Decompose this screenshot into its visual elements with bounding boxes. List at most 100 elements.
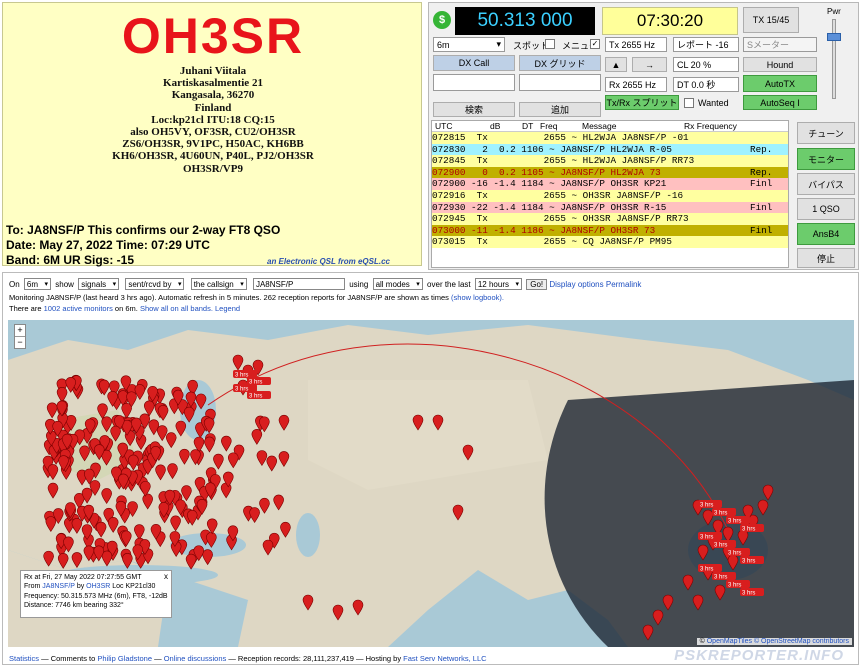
- decode-row[interactable]: 072916 Tx 2655 ~ OH3SR JA8NSF/P -16: [432, 189, 788, 202]
- stop-button[interactable]: 停止: [797, 248, 855, 268]
- tx-counter-button[interactable]: TX 15/45: [743, 7, 799, 33]
- decode-row-text: 072930 -22 -1.4 1184 ~ JA8NSF/P OH3SR R-…: [432, 201, 667, 213]
- one-qso-button[interactable]: 1 QSO: [797, 198, 855, 220]
- decode-row-tail: Rep.: [750, 166, 773, 178]
- zoom-out-button[interactable]: −: [15, 337, 25, 348]
- autoseq-button[interactable]: AutoSeq I: [743, 95, 817, 110]
- band-dropdown[interactable]: 6m: [23, 278, 52, 290]
- pskreporter-panel: On 6m show signals sent/rcvd by the call…: [2, 272, 859, 665]
- col-message: Message: [582, 121, 617, 131]
- search-button[interactable]: 検索: [433, 102, 515, 117]
- dial-frequency: 50.313 000: [455, 7, 595, 35]
- pskreporter-logo: PSKREPORTER.INFO: [674, 647, 844, 664]
- power-slider-handle[interactable]: [827, 33, 841, 41]
- from-callsign-link[interactable]: JA8NSF/P: [42, 583, 75, 590]
- report-field[interactable]: レポート -16: [673, 37, 739, 52]
- dollar-icon[interactable]: $: [433, 11, 451, 29]
- dx-grid-input[interactable]: [519, 74, 601, 91]
- qsl-address: Juhani Viitala Kartiskasalmentie 21 Kang…: [3, 65, 423, 175]
- decode-row[interactable]: 073000 -11 -1.4 1186 ~ JA8NSF/P OH3SR 73…: [432, 224, 788, 237]
- time-marker-label: 3 hrs: [728, 551, 741, 557]
- power-slider-track[interactable]: [832, 19, 836, 99]
- mode-dropdown[interactable]: all modes: [372, 278, 423, 290]
- map-attribution: © OpenMapTiles © OpenStreetMap contribut…: [696, 638, 852, 645]
- decode-row[interactable]: 072830 2 0.2 1106 ~ JA8NSF/P HL2WJA R-05…: [432, 143, 788, 156]
- direction-dropdown[interactable]: sent/rcvd by: [125, 278, 185, 290]
- band-select[interactable]: 6m ▾: [433, 37, 505, 52]
- decode-row-text: 072845 Tx 2655 ~ HL2WJA JA8NSF/P RR73: [432, 155, 695, 167]
- time-marker-label: 3 hrs: [700, 503, 713, 509]
- monitoring-info: Monitoring JA8NSF/P (last heard 3 hrs ag…: [9, 293, 504, 302]
- permalink-link[interactable]: Permalink: [606, 280, 642, 289]
- show-all-link[interactable]: Show all on all bands.: [140, 304, 213, 313]
- close-icon[interactable]: x: [164, 572, 168, 581]
- decode-row[interactable]: 072815 Tx 2655 ~ HL2WJA JA8NSF/P -01: [432, 132, 788, 144]
- period-dropdown[interactable]: 12 hours: [474, 278, 522, 290]
- decode-row-text: 072945 Tx 2655 ~ OH3SR JA8NSF/P RR73: [432, 213, 689, 225]
- qsl-address-line: Kangasala, 36270: [171, 89, 255, 102]
- zoom-control: + −: [14, 324, 26, 349]
- band-value: 6m: [437, 39, 450, 50]
- hosting-link[interactable]: Fast Serv Networks, LLC: [403, 654, 486, 663]
- time-marker-label: 3 hrs: [728, 519, 741, 525]
- legend-link[interactable]: Legend: [215, 304, 240, 313]
- cl-field[interactable]: CL 20 %: [673, 57, 739, 72]
- go-button[interactable]: Go!: [526, 279, 548, 290]
- time-marker-label: 3 hrs: [714, 543, 727, 549]
- rx-freq-field[interactable]: Rx 2655 Hz: [605, 77, 667, 92]
- author-link[interactable]: Philip Gladstone: [97, 654, 152, 663]
- qsl-address-line: also OH5VY, OF3SR, CU2/OH3SR: [130, 126, 296, 139]
- arrow-up-icon[interactable]: ▲: [605, 57, 627, 72]
- display-options-link[interactable]: Display options: [549, 280, 603, 289]
- tx-freq-field[interactable]: Tx 2655 Hz: [605, 37, 667, 52]
- dx-grid-label: DX グリッド: [519, 55, 601, 71]
- time-marker-label: 3 hrs: [235, 373, 248, 379]
- monitors-text-a: There are: [9, 304, 42, 313]
- bypass-button[interactable]: バイパス: [797, 173, 855, 195]
- decode-row[interactable]: 072900 0 0.2 1105 ~ JA8NSF/P HL2WJA 73 Re…: [432, 166, 788, 179]
- from-label: From: [24, 583, 41, 591]
- dt-field[interactable]: DT 0.0 秒: [673, 77, 739, 92]
- show-label: show: [55, 280, 74, 289]
- decode-row[interactable]: 072900 -16 -1.4 1184 ~ JA8NSF/P OH3SR KP…: [432, 178, 788, 190]
- monitor-button[interactable]: モニター: [797, 148, 855, 170]
- decode-row-tail: Finl: [750, 201, 773, 213]
- chevron-down-icon: ▾: [496, 39, 501, 49]
- time-marker-label: 3 hrs: [742, 559, 755, 565]
- ansb4-button[interactable]: AnsB4: [797, 223, 855, 245]
- decode-row[interactable]: 072930 -22 -1.4 1184 ~ JA8NSF/P OH3SR R-…: [432, 201, 788, 214]
- statistics-link[interactable]: Statistics: [9, 654, 39, 663]
- active-monitors-link[interactable]: 1002 active monitors: [44, 304, 113, 313]
- match-dropdown[interactable]: the callsign: [190, 278, 247, 290]
- wanted-checkbox[interactable]: [684, 98, 694, 108]
- decode-list[interactable]: UTC dB DT Freq Message Rx Frequency 0728…: [431, 120, 789, 268]
- tx-rx-split-button[interactable]: Tx/Rx スプリット: [605, 95, 679, 110]
- show-logbook-link[interactable]: (show logbook).: [451, 293, 504, 302]
- tune-button[interactable]: チューン: [797, 122, 855, 144]
- what-dropdown[interactable]: signals: [78, 278, 120, 290]
- autotx-button[interactable]: AutoTX: [743, 75, 817, 92]
- qsl-card: OH3SR Juhani Viitala Kartiskasalmentie 2…: [2, 2, 423, 267]
- qsl-address-line: Kartiskasalmentie 21: [163, 77, 263, 90]
- time-marker-label: 3 hrs: [700, 535, 713, 541]
- add-button[interactable]: 追加: [519, 102, 601, 117]
- hound-button[interactable]: Hound: [743, 57, 817, 72]
- spot-checkbox[interactable]: [545, 39, 555, 49]
- using-label: using: [349, 280, 369, 289]
- decode-row[interactable]: 073015 Tx 2655 ~ CQ JA8NSF/P PM95: [432, 236, 788, 248]
- online-discussions-link[interactable]: Online discussions: [164, 654, 227, 663]
- callsign-input[interactable]: JA8NSF/P: [252, 278, 345, 290]
- decode-row[interactable]: 072845 Tx 2655 ~ HL2WJA JA8NSF/P RR73: [432, 155, 788, 167]
- eqsl-note: an Electronic QSL from eQSL.cc: [267, 257, 390, 266]
- zoom-in-button[interactable]: +: [15, 325, 25, 337]
- openstreetmap-link[interactable]: © OpenStreetMap contributors: [754, 638, 849, 645]
- decode-row[interactable]: 072945 Tx 2655 ~ OH3SR JA8NSF/P RR73: [432, 213, 788, 225]
- menu-checkbox-checked-icon[interactable]: ✓: [590, 39, 600, 49]
- tx-freq-button[interactable]: →: [632, 57, 667, 72]
- qsl-address-line: Juhani Viitala: [179, 65, 247, 77]
- openmaptiles-link[interactable]: OpenMapTiles: [707, 638, 752, 645]
- reception-map[interactable]: 3 hrs 3 hrs 3 hrs 3 hrs 3 hrs 3 hrs 3 hrs 3 hrs…: [8, 320, 854, 647]
- time-marker-label: 3 hrs: [714, 511, 727, 517]
- dx-call-input[interactable]: [433, 74, 515, 91]
- by-callsign-link[interactable]: OH3SR: [86, 583, 110, 590]
